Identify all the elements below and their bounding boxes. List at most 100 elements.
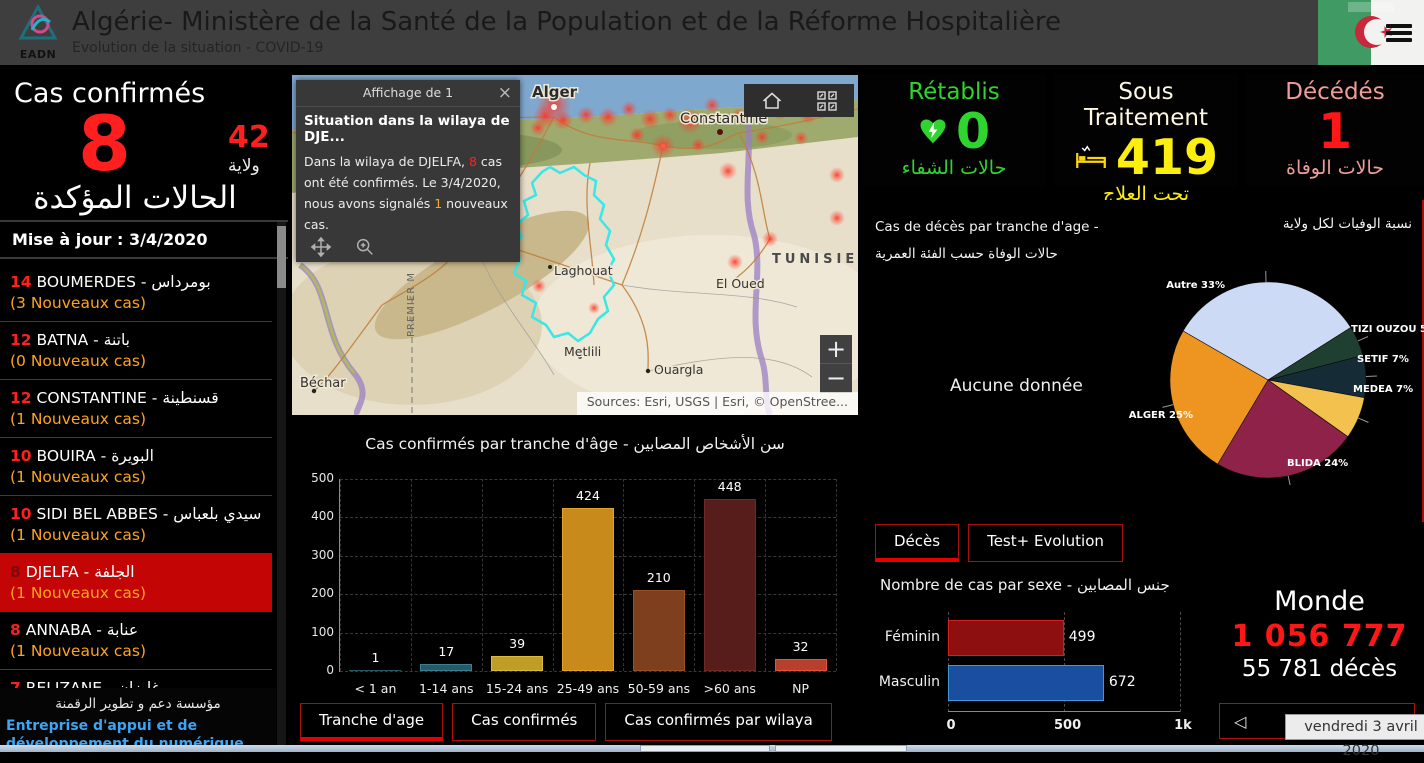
last-updated: Mise à jour : 3/4/2020 — [0, 220, 288, 259]
tab-test-evolution[interactable]: Test+ Evolution — [968, 524, 1123, 562]
no-data-label: Aucune donnée — [950, 376, 1083, 396]
map-attribution: Sources: Esri, USGS | Esri, © OpenStree.… — [577, 392, 858, 415]
confirmed-count: 8 — [78, 106, 131, 182]
age-bar — [775, 659, 827, 671]
wilaya-list-item[interactable]: 14 BOUMERDES - بومرداس(3 Nouveaux cas) — [0, 264, 272, 322]
tab-cas-confirm-s[interactable]: Cas confirmés — [452, 703, 596, 741]
tab-tranche-d-age[interactable]: Tranche d'age — [300, 703, 443, 741]
map-controls — [744, 84, 854, 117]
world-title: Monde — [1215, 562, 1424, 617]
pie-label: SETIF 7% — [1357, 354, 1409, 365]
bar-value-label: 448 — [694, 479, 765, 494]
popup-body: Dans la wilaya de DJELFA, 8 cas ont été … — [296, 145, 520, 241]
pie-label: MEDEA 7% — [1353, 384, 1413, 395]
world-cases-count: 1 056 777 — [1215, 619, 1424, 654]
deaths-tabs: DécèsTest+ Evolution — [875, 524, 1123, 562]
bar-value-label: 17 — [411, 644, 482, 659]
prev-arrow-icon[interactable]: ◁ — [1234, 712, 1246, 731]
mid-tabs: Tranche d'ageCas confirmésCas confirmés … — [300, 703, 832, 741]
map-label-ouargla: Ouargla — [654, 362, 703, 377]
x-tick: < 1 an — [340, 681, 411, 696]
left-footer: مؤسسة دعم و تطوير الرقمنة Entreprise d'a… — [0, 688, 276, 748]
wilaya-list-item[interactable]: 10 BOUIRA - البويرة(1 Nouveaux cas) — [0, 438, 272, 496]
tab-d-c-s[interactable]: Décès — [875, 524, 959, 562]
menu-icon[interactable] — [1386, 24, 1412, 42]
heart-bolt-icon — [918, 117, 948, 147]
eadn-logo-icon — [18, 4, 58, 44]
under-treatment-count: 419 — [1116, 133, 1218, 183]
age-bar — [420, 664, 472, 671]
y-tick: 0 — [296, 663, 334, 677]
deceased-card: Décédés 1 حالات الوفاة — [1246, 75, 1424, 187]
wilaya-list-item[interactable]: 8 ANNABA - عنابة(1 Nouveaux cas) — [0, 612, 272, 670]
x-tick: 1-14 ans — [411, 681, 482, 696]
confirmed-panel: Cas confirmés 8 42 ولاية الحالات المؤكدة… — [0, 68, 290, 109]
y-tick: 200 — [296, 586, 334, 600]
company-name-arabic: مؤسسة دعم و تطوير الرقمنة — [0, 688, 276, 712]
x-tick: 50-59 ans — [623, 681, 694, 696]
sex-category-label: Féminin — [860, 629, 940, 645]
map[interactable]: Alger Constantine TUNISIE El Oued Laghou… — [292, 75, 858, 415]
recovered-title: Rétablis — [862, 75, 1046, 105]
scrollbar-thumb[interactable] — [277, 226, 286, 288]
deaths-pie-chart: Autre 33%TIZI OUZOU 5%SETIF 7%MEDEA 7%BL… — [1095, 268, 1424, 485]
wilaya-list-item[interactable]: 10 SIDI BEL ABBES - سيدي بلعباس(1 Nouvea… — [0, 496, 272, 554]
recovered-subtitle: حالات الشفاء — [862, 157, 1046, 179]
age-bar — [704, 499, 756, 671]
deaths-panel: Cas de décès par tranche d'age - حالات ا… — [862, 200, 1424, 522]
wilaya-list-item[interactable]: 12 BATNA - باتنة(0 Nouveaux cas) — [0, 322, 272, 380]
date-tooltip: vendredi 3 avril 2020 — [1285, 714, 1424, 740]
basemap-grid-icon[interactable] — [815, 89, 839, 113]
popup-title: Situation dans la wilaya de DJE... — [296, 107, 520, 145]
x-tick: 0 — [938, 718, 964, 733]
logo-text: EADN — [14, 48, 62, 61]
y-tick: 400 — [296, 509, 334, 523]
taskbar-item[interactable] — [640, 745, 770, 752]
map-label-alger: Alger — [532, 83, 578, 101]
wilayas-label: ولاية — [228, 156, 260, 176]
confirmed-title-arabic: الحالات المؤكدة — [0, 180, 270, 216]
x-tick: 15-24 ans — [482, 681, 553, 696]
deaths-by-wilaya-title: نسبة الوفيات لكل ولاية — [1283, 216, 1412, 232]
map-label-el-oued: El Oued — [716, 276, 765, 291]
age-bar — [562, 508, 614, 671]
under-treatment-title: Sous Traitement — [1054, 75, 1238, 131]
zoom-out-button[interactable]: − — [820, 364, 852, 392]
popup-header: Affichage de 1 — [363, 85, 453, 100]
zoom-in-button[interactable]: + — [820, 335, 852, 364]
wilaya-list-item[interactable]: 12 CONSTANTINE - قسنطينة(1 Nouveaux cas) — [0, 380, 272, 438]
under-treatment-card: Sous Traitement 419 تحت العلاج — [1054, 75, 1238, 187]
bar-value-label: 424 — [553, 488, 624, 503]
taskbar-item[interactable] — [775, 745, 907, 752]
popup-case-count: 8 — [469, 154, 477, 169]
close-icon[interactable]: × — [498, 80, 512, 106]
map-label-bechar: Béchar — [300, 376, 346, 391]
app-header: EADN Algérie- Ministère de la Santé de l… — [0, 0, 1424, 65]
tab-cas-confirm-s-par-wilaya[interactable]: Cas confirmés par wilaya — [605, 703, 831, 741]
age-bar — [491, 656, 543, 671]
scrollbar-track[interactable] — [277, 222, 286, 750]
x-tick: >60 ans — [694, 681, 765, 696]
page-subtitle: Evolution de la situation - COVID-19 — [72, 40, 323, 56]
wilaya-list-item[interactable]: 8 DJELFA - الجلفة(1 Nouveaux cas) — [0, 554, 272, 612]
home-icon[interactable] — [760, 89, 784, 113]
age-chart-panel: Cas confirmés par tranche d'âge - سن الأ… — [292, 415, 858, 745]
recovered-card: Rétablis 0 حالات الشفاء — [862, 75, 1046, 187]
page-title: Algérie- Ministère de la Santé de la Pop… — [72, 7, 1061, 37]
bar-value-label: 1 — [340, 650, 411, 665]
map-label-meridian: PREMIER M — [406, 272, 417, 337]
pie-label: Autre 33% — [1166, 280, 1225, 291]
sex-plot: Féminin499Masculin67205001k — [948, 612, 1180, 712]
zoom-to-icon[interactable] — [354, 236, 376, 258]
pan-icon[interactable] — [310, 236, 332, 258]
sex-chart-panel: Nombre de cas par sexe - جنس المصابين Fé… — [862, 562, 1212, 745]
x-tick: 500 — [1054, 718, 1080, 733]
age-bar — [633, 590, 685, 671]
wilayas-count: 42 — [228, 120, 270, 155]
popup-new-count: 1 — [434, 196, 442, 211]
eadn-logo: EADN — [14, 4, 62, 62]
deaths-by-age-title: Cas de décès par tranche d'age - حالات ا… — [875, 214, 1135, 268]
sex-value-label: 672 — [1109, 674, 1136, 690]
taskbar — [0, 745, 1424, 752]
sex-bar-masculin — [948, 665, 1104, 701]
